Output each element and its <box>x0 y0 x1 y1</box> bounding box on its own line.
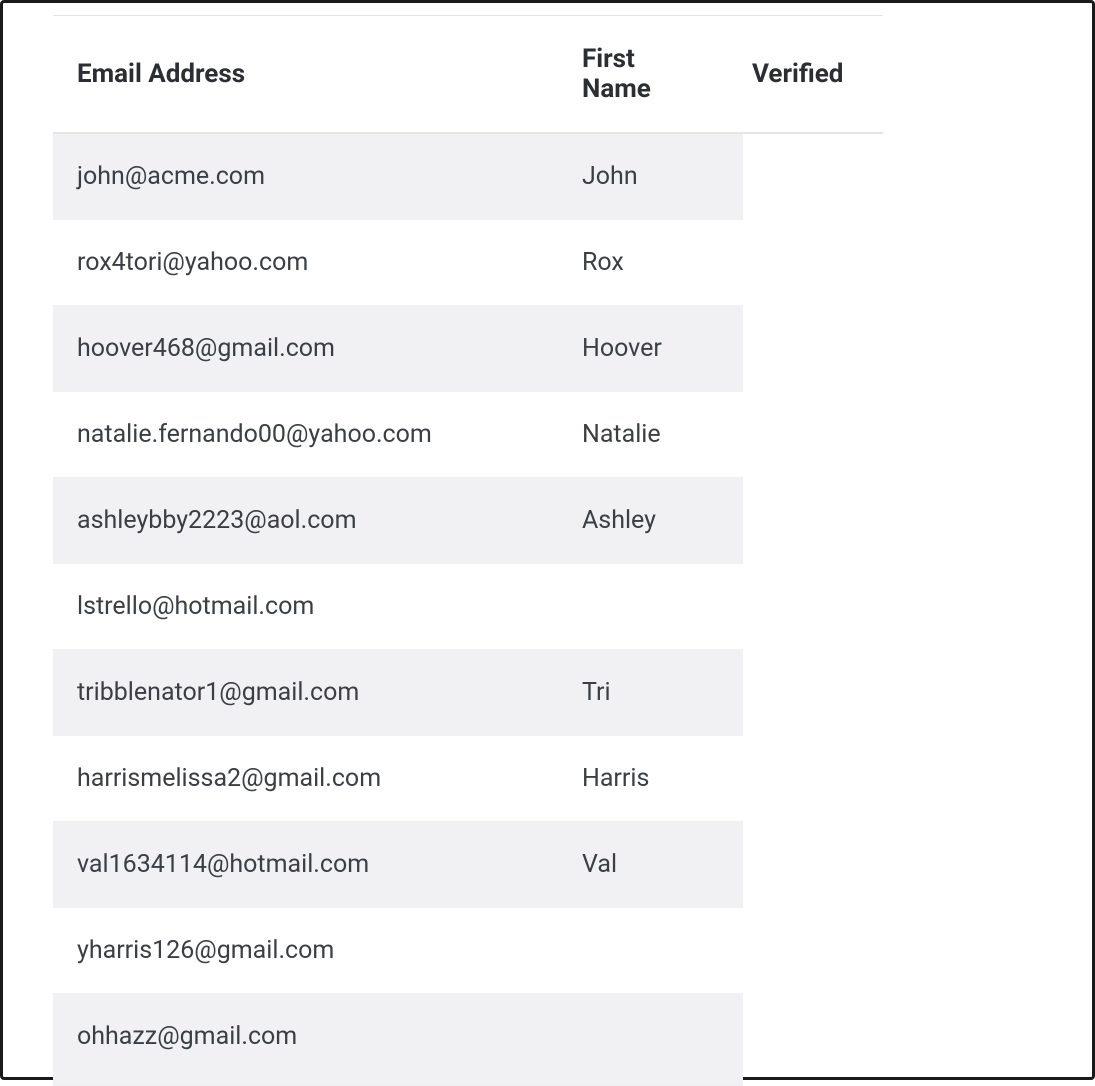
column-header-verified[interactable]: Verified <box>728 16 883 133</box>
table-row[interactable]: natalie.fernando00@yahoo.com Natalie <box>53 392 743 478</box>
cell-email: val1634114@hotmail.com <box>53 822 558 907</box>
table-row[interactable]: ohhazz@gmail.com <box>53 994 743 1086</box>
cell-first-name: John <box>558 134 743 219</box>
cell-email: harrismelissa2@gmail.com <box>53 736 558 821</box>
cell-email: ashleybby2223@aol.com <box>53 478 558 563</box>
table-row[interactable]: lstrello@hotmail.com <box>53 564 743 650</box>
table-row[interactable]: harrismelissa2@gmail.com Harris <box>53 736 743 822</box>
table-row[interactable]: val1634114@hotmail.com Val <box>53 822 743 908</box>
cell-first-name <box>558 564 743 649</box>
table-row[interactable]: rox4tori@yahoo.com Rox <box>53 220 743 306</box>
cell-first-name: Natalie <box>558 392 743 477</box>
cell-first-name <box>558 908 743 993</box>
column-header-first-name[interactable]: First Name <box>558 16 728 133</box>
cell-first-name: Harris <box>558 736 743 821</box>
cell-first-name: Ashley <box>558 478 743 563</box>
cell-first-name: Tri <box>558 650 743 735</box>
cell-email: tribblenator1@gmail.com <box>53 650 558 735</box>
column-header-email[interactable]: Email Address <box>53 16 558 133</box>
table-row[interactable]: john@acme.com John <box>53 134 743 220</box>
table-header-row: Email Address First Name Verified <box>53 16 883 133</box>
cell-email: natalie.fernando00@yahoo.com <box>53 392 558 477</box>
cell-email: lstrello@hotmail.com <box>53 564 558 649</box>
cell-email: yharris126@gmail.com <box>53 908 558 993</box>
cell-first-name: Rox <box>558 220 743 305</box>
cell-first-name <box>558 994 743 1085</box>
cell-email: hoover468@gmail.com <box>53 306 558 391</box>
table-row[interactable]: ashleybby2223@aol.com Ashley <box>53 478 743 564</box>
users-table: Email Address First Name Verified john@a… <box>53 16 883 1086</box>
table-row[interactable]: hoover468@gmail.com Hoover <box>53 306 743 392</box>
cell-first-name: Val <box>558 822 743 907</box>
cell-email: ohhazz@gmail.com <box>53 994 558 1085</box>
cell-email: rox4tori@yahoo.com <box>53 220 558 305</box>
cell-email: john@acme.com <box>53 134 558 219</box>
cell-first-name: Hoover <box>558 306 743 391</box>
table-row[interactable]: tribblenator1@gmail.com Tri <box>53 650 743 736</box>
table-row[interactable]: yharris126@gmail.com <box>53 908 743 994</box>
